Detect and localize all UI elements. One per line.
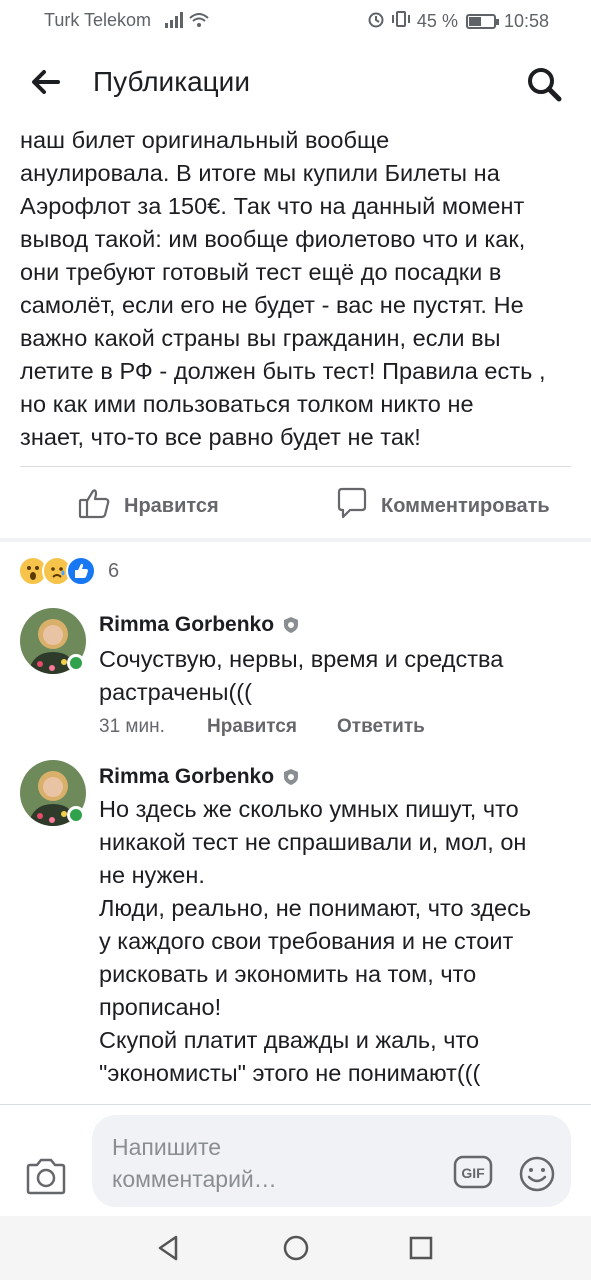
comment-button[interactable]: Комментировать	[335, 486, 591, 526]
app-header: Публикации	[0, 40, 591, 120]
battery-icon	[465, 14, 499, 29]
alarm-icon	[367, 10, 385, 33]
comment-input[interactable]: Напишите комментарий… GIF	[92, 1115, 571, 1207]
reaction-count: 6	[108, 559, 120, 582]
comment-like-button[interactable]: Нравится	[207, 716, 337, 738]
online-status-dot	[67, 654, 85, 672]
divider	[20, 466, 571, 467]
speech-bubble-icon	[335, 486, 369, 526]
comment-meta: 31 мин. Нравится Ответить	[99, 716, 425, 738]
comment-text: Но здесь же сколько умных пишут, что ник…	[99, 796, 532, 1086]
smiley-icon[interactable]	[518, 1155, 556, 1193]
comment-reply-button[interactable]: Ответить	[337, 716, 425, 738]
gif-button[interactable]: GIF	[453, 1155, 493, 1189]
like-reaction-icon	[66, 556, 96, 586]
nav-recents-icon[interactable]	[406, 1233, 436, 1263]
carrier-name: Turk Telekom	[44, 10, 152, 30]
shield-badge-icon	[282, 768, 300, 786]
comment-author[interactable]: Rimma Gorbenko	[99, 613, 300, 637]
post-text: наш билет оригинальный вообще анулировал…	[20, 127, 546, 450]
back-arrow-icon[interactable]	[26, 62, 66, 102]
comment-author[interactable]: Rimma Gorbenko	[99, 765, 300, 789]
nav-home-icon[interactable]	[281, 1233, 311, 1263]
comment-input-placeholder: Напишите комментарий…	[112, 1134, 277, 1192]
comment-label: Комментировать	[381, 494, 550, 517]
section-separator	[0, 538, 591, 542]
clock: 10:58	[503, 11, 549, 31]
page-title: Публикации	[93, 66, 250, 97]
status-right: 45 % 10:58	[367, 10, 549, 33]
shield-badge-icon	[282, 616, 300, 634]
like-label: Нравится	[124, 494, 219, 517]
battery-percent: 45 %	[416, 11, 458, 31]
gif-label: GIF	[461, 1165, 485, 1181]
camera-icon[interactable]	[24, 1157, 68, 1197]
reactions-summary[interactable]: 6	[18, 556, 119, 586]
online-status-dot	[67, 806, 85, 824]
like-button[interactable]: Нравится	[78, 486, 219, 526]
status-bar: Turk Telekom 45 % 10:58	[0, 0, 591, 40]
system-navigation-bar	[0, 1216, 591, 1280]
post-actions: Нравится Комментировать	[0, 476, 591, 532]
search-icon[interactable]	[522, 62, 566, 106]
comment-time: 31 мин.	[99, 716, 165, 737]
vibrate-icon	[391, 10, 411, 33]
comment-text: Сочуствую, нервы, время и средства растр…	[99, 646, 504, 705]
nav-back-icon[interactable]	[154, 1233, 184, 1263]
author-name[interactable]: Rimma Gorbenko	[99, 613, 274, 637]
thumbs-up-icon	[78, 486, 112, 526]
author-name[interactable]: Rimma Gorbenko	[99, 765, 274, 789]
comment-composer: Напишите комментарий… GIF	[0, 1104, 591, 1216]
signal-wifi-icon	[165, 11, 209, 34]
